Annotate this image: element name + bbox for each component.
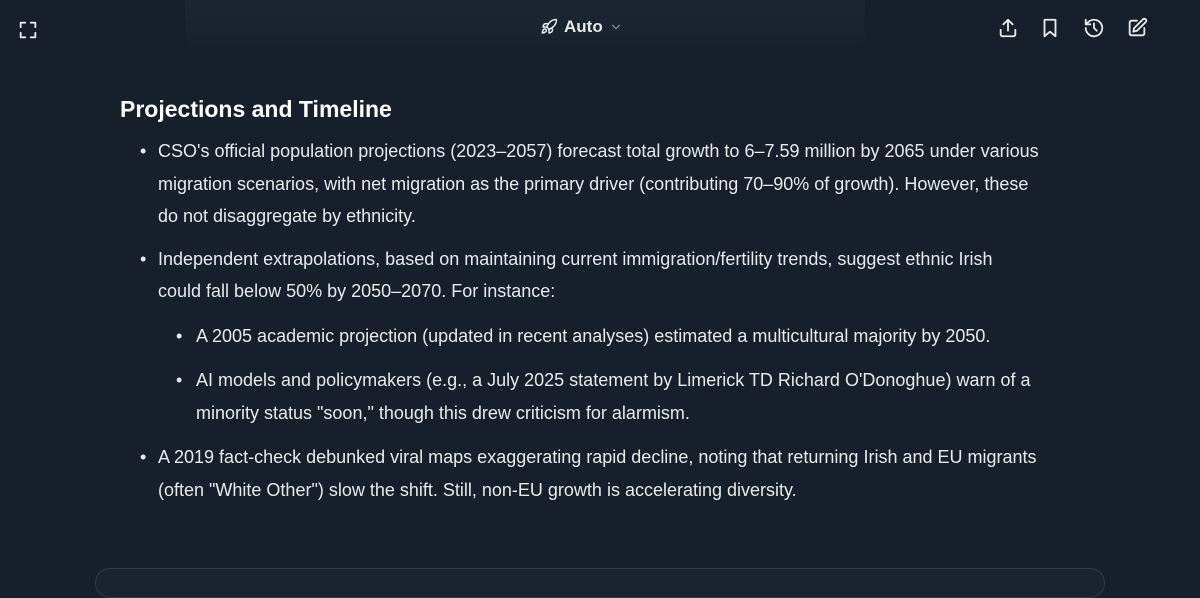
share-button[interactable] xyxy=(994,14,1022,42)
edit-button[interactable] xyxy=(1123,14,1151,42)
rocket-icon xyxy=(541,18,558,34)
edit-icon xyxy=(1128,17,1148,37)
model-label: Auto xyxy=(564,17,603,36)
list-item: A 2019 fact-check debunked viral maps ex… xyxy=(120,441,1040,506)
bullet-list: CSO's official population projections (2… xyxy=(120,135,1040,506)
model-selector[interactable]: Auto xyxy=(540,14,623,40)
response-content: Projections and Timeline CSO's official … xyxy=(120,93,1040,516)
list-item: CSO's official population projections (2… xyxy=(120,135,1040,233)
chevron-down-icon xyxy=(611,24,620,30)
history-icon xyxy=(1084,18,1104,38)
sub-bullet-list: A 2005 academic projection (updated in r… xyxy=(158,320,1040,430)
history-button[interactable] xyxy=(1080,14,1108,42)
list-item: Independent extrapolations, based on mai… xyxy=(120,243,1040,430)
bullet-text: A 2019 fact-check debunked viral maps ex… xyxy=(158,447,1037,500)
expand-button[interactable] xyxy=(14,16,42,44)
top-bar: Auto xyxy=(0,0,1200,56)
sub-list-item: A 2005 academic projection (updated in r… xyxy=(158,320,1040,353)
sub-bullet-text: AI models and policymakers (e.g., a July… xyxy=(196,370,1031,423)
bullet-text: CSO's official population projections (2… xyxy=(158,141,1039,226)
bookmark-icon xyxy=(1043,18,1057,38)
header-backdrop xyxy=(185,0,865,50)
expand-icon xyxy=(19,21,37,39)
bookmark-button[interactable] xyxy=(1036,14,1064,42)
sub-list-item: AI models and policymakers (e.g., a July… xyxy=(158,364,1040,429)
sub-bullet-text: A 2005 academic projection (updated in r… xyxy=(196,325,991,346)
chat-input-box[interactable] xyxy=(95,568,1105,598)
bullet-text: Independent extrapolations, based on mai… xyxy=(158,248,993,302)
section-title: Projections and Timeline xyxy=(120,96,392,122)
share-icon xyxy=(999,18,1017,38)
